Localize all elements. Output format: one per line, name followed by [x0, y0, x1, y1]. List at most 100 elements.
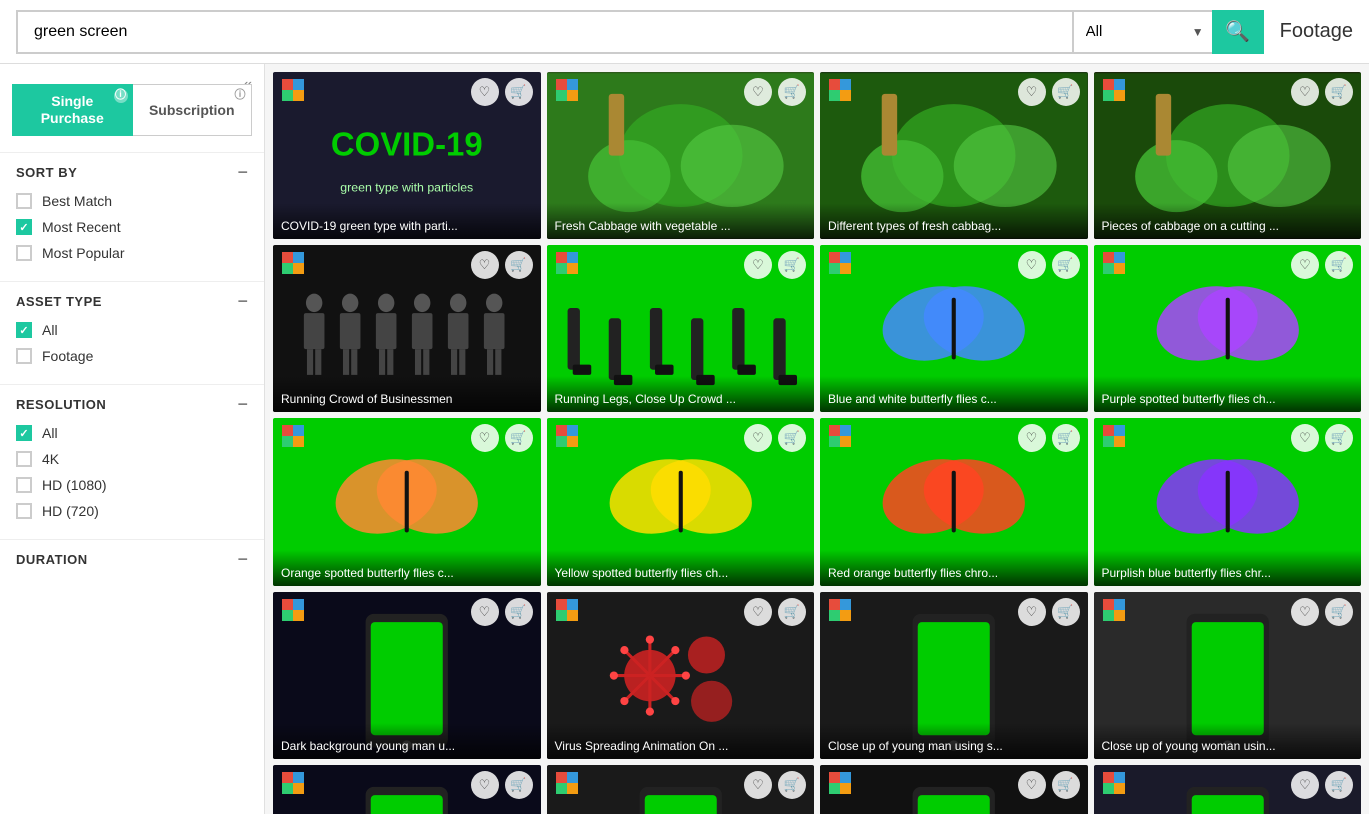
- cart-button[interactable]: 🛒: [778, 251, 806, 279]
- favorite-button[interactable]: ♡: [744, 771, 772, 799]
- favorite-button[interactable]: ♡: [1291, 424, 1319, 452]
- grid-item-label: Pieces of cabbage on a cutting ...: [1094, 203, 1362, 239]
- favorite-button[interactable]: ♡: [744, 424, 772, 452]
- res-hd720-checkbox[interactable]: [16, 503, 32, 519]
- favorite-button[interactable]: ♡: [471, 78, 499, 106]
- grid-item-label: Close up of young man using s...: [820, 723, 1088, 759]
- grid-item[interactable]: ♡ 🛒 Red orange butterfly flies chro...: [820, 418, 1088, 585]
- asset-all-checkbox[interactable]: [16, 322, 32, 338]
- res-all[interactable]: All: [16, 425, 248, 441]
- search-button[interactable]: 🔍: [1212, 10, 1264, 54]
- res-hd720[interactable]: HD (720): [16, 503, 248, 519]
- grid-item-label: Purple spotted butterfly flies ch...: [1094, 376, 1362, 412]
- cart-button[interactable]: 🛒: [1052, 598, 1080, 626]
- sort-by-title: SORT BY: [16, 165, 77, 180]
- action-icons: ♡ 🛒: [471, 78, 533, 106]
- cart-button[interactable]: 🛒: [778, 771, 806, 799]
- grid-item[interactable]: ♡ 🛒 Dark background young man u...: [273, 592, 541, 759]
- asset-all[interactable]: All: [16, 322, 248, 338]
- grid-item[interactable]: ♡ 🛒 Orange spotted butterfly flies c...: [273, 418, 541, 585]
- grid-item[interactable]: ♡ 🛒 Blue and white butterfly flies c...: [820, 245, 1088, 412]
- cart-button[interactable]: 🛒: [1052, 424, 1080, 452]
- category-dropdown[interactable]: All Footage Images Music Sound Effects: [1074, 10, 1212, 54]
- grid-item[interactable]: ♡ 🛒: [273, 765, 541, 814]
- cart-button[interactable]: 🛒: [1325, 251, 1353, 279]
- grid-item[interactable]: ♡ 🛒 Yellow spotted butterfly flies ch...: [547, 418, 815, 585]
- grid-item[interactable]: ♡ 🛒 Close up of young woman usin...: [1094, 592, 1362, 759]
- sort-most-popular[interactable]: Most Popular: [16, 245, 248, 261]
- cart-button[interactable]: 🛒: [1325, 771, 1353, 799]
- favorite-button[interactable]: ♡: [744, 251, 772, 279]
- asset-type-toggle[interactable]: −: [237, 292, 248, 310]
- cart-button[interactable]: 🛒: [778, 424, 806, 452]
- cart-button[interactable]: 🛒: [778, 598, 806, 626]
- grid-item-overlay: ♡ 🛒: [273, 245, 541, 285]
- res-4k-checkbox[interactable]: [16, 451, 32, 467]
- res-hd1080-checkbox[interactable]: [16, 477, 32, 493]
- favorite-button[interactable]: ♡: [1291, 598, 1319, 626]
- search-input[interactable]: [16, 10, 1072, 54]
- grid-item[interactable]: ♡ 🛒 Running Legs, Close Up Crowd ...: [547, 245, 815, 412]
- resolution-toggle[interactable]: −: [237, 395, 248, 413]
- single-purchase-tab[interactable]: SinglePurchase ⓘ: [12, 84, 133, 136]
- favorite-button[interactable]: ♡: [1018, 771, 1046, 799]
- sort-most-popular-checkbox[interactable]: [16, 245, 32, 261]
- brand-icon: [281, 78, 305, 102]
- subscription-label: Subscription: [149, 102, 235, 119]
- duration-toggle[interactable]: −: [237, 550, 248, 568]
- grid-item-label: Dark background young man u...: [273, 723, 541, 759]
- grid-item[interactable]: ♡ 🛒 Virus Spreading Animation On ...: [547, 592, 815, 759]
- sort-most-recent[interactable]: Most Recent: [16, 219, 248, 235]
- grid-item[interactable]: ♡ 🛒 Purple spotted butterfly flies ch...: [1094, 245, 1362, 412]
- grid-item[interactable]: ♡ 🛒 Purplish blue butterfly flies chr...: [1094, 418, 1362, 585]
- grid-item[interactable]: ♡ 🛒: [1094, 765, 1362, 814]
- favorite-button[interactable]: ♡: [1018, 598, 1046, 626]
- subscription-tab[interactable]: Subscription ⓘ: [133, 84, 253, 136]
- favorite-button[interactable]: ♡: [1291, 78, 1319, 106]
- cart-button[interactable]: 🛒: [1052, 78, 1080, 106]
- cart-button[interactable]: 🛒: [1052, 771, 1080, 799]
- asset-footage-checkbox[interactable]: [16, 348, 32, 364]
- grid-item[interactable]: ♡ 🛒: [547, 765, 815, 814]
- brand-icon: [1102, 424, 1126, 448]
- favorite-button[interactable]: ♡: [1018, 251, 1046, 279]
- grid-item-overlay: ♡ 🛒: [820, 765, 1088, 805]
- cart-button[interactable]: 🛒: [505, 771, 533, 799]
- cart-button[interactable]: 🛒: [1325, 424, 1353, 452]
- cart-button[interactable]: 🛒: [1325, 598, 1353, 626]
- favorite-button[interactable]: ♡: [744, 598, 772, 626]
- res-hd1080[interactable]: HD (1080): [16, 477, 248, 493]
- favorite-button[interactable]: ♡: [471, 598, 499, 626]
- asset-footage[interactable]: Footage: [16, 348, 248, 364]
- cart-button[interactable]: 🛒: [505, 251, 533, 279]
- res-all-checkbox[interactable]: [16, 425, 32, 441]
- favorite-button[interactable]: ♡: [471, 251, 499, 279]
- favorite-button[interactable]: ♡: [1291, 771, 1319, 799]
- favorite-button[interactable]: ♡: [1018, 78, 1046, 106]
- single-purchase-label: SinglePurchase: [41, 93, 104, 127]
- res-4k[interactable]: 4K: [16, 451, 248, 467]
- cart-button[interactable]: 🛒: [505, 598, 533, 626]
- search-icon: 🔍: [1225, 19, 1250, 44]
- cart-button[interactable]: 🛒: [505, 78, 533, 106]
- cart-button[interactable]: 🛒: [778, 78, 806, 106]
- grid-item[interactable]: ♡ 🛒 Fresh Cabbage with vegetable ...: [547, 72, 815, 239]
- grid-item[interactable]: ♡ 🛒: [820, 765, 1088, 814]
- favorite-button[interactable]: ♡: [471, 771, 499, 799]
- cart-button[interactable]: 🛒: [1325, 78, 1353, 106]
- favorite-button[interactable]: ♡: [1018, 424, 1046, 452]
- grid-item[interactable]: ♡ 🛒 Different types of fresh cabbag...: [820, 72, 1088, 239]
- grid-item[interactable]: COVID-19 green type with particles ♡ 🛒 C…: [273, 72, 541, 239]
- cart-button[interactable]: 🛒: [505, 424, 533, 452]
- favorite-button[interactable]: ♡: [744, 78, 772, 106]
- grid-item[interactable]: ♡ 🛒 Pieces of cabbage on a cutting ...: [1094, 72, 1362, 239]
- sort-best-match-checkbox[interactable]: [16, 193, 32, 209]
- favorite-button[interactable]: ♡: [471, 424, 499, 452]
- favorite-button[interactable]: ♡: [1291, 251, 1319, 279]
- grid-item[interactable]: ♡ 🛒 Running Crowd of Businessmen: [273, 245, 541, 412]
- cart-button[interactable]: 🛒: [1052, 251, 1080, 279]
- sort-best-match[interactable]: Best Match: [16, 193, 248, 209]
- grid-item[interactable]: ♡ 🛒 Close up of young man using s...: [820, 592, 1088, 759]
- sort-by-toggle[interactable]: −: [237, 163, 248, 181]
- sort-most-recent-checkbox[interactable]: [16, 219, 32, 235]
